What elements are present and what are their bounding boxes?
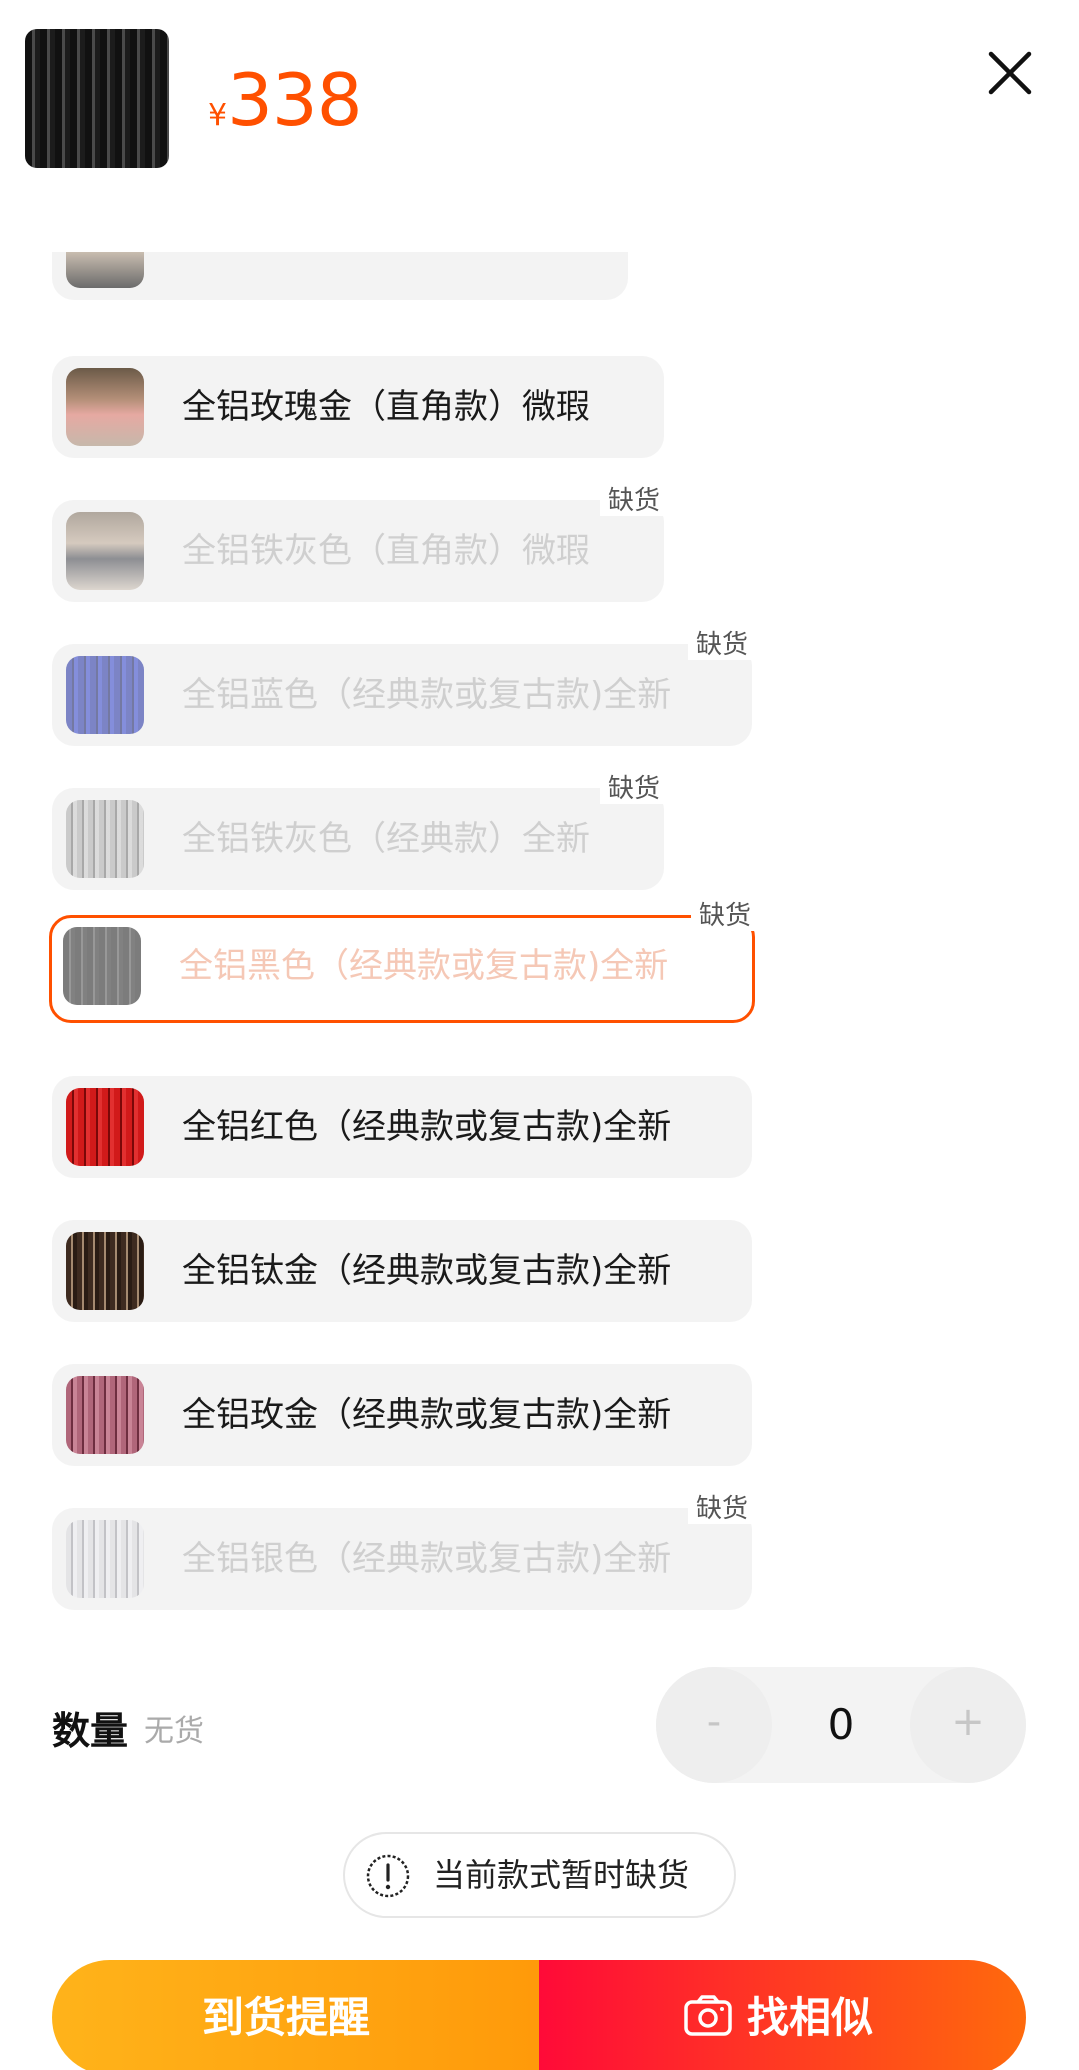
- option-item[interactable]: 全铝玫金（经典款或复古款)全新: [52, 1364, 752, 1466]
- camera-icon: [684, 1995, 732, 2036]
- option-item-partial[interactable]: [52, 252, 628, 300]
- option-thumbnail: [66, 368, 144, 446]
- option-label: 全铝银色（经典款或复古款)全新: [182, 1539, 672, 1579]
- option-item[interactable]: 全铝铁灰色（经典款）全新 缺货: [52, 774, 668, 890]
- option-label: 全铝玫金（经典款或复古款)全新: [182, 1395, 672, 1435]
- option-label: 全铝黑色（经典款或复古款)全新: [179, 946, 669, 986]
- option-label: 全铝铁灰色（直角款）微瑕: [182, 531, 590, 571]
- option-thumbnail: [66, 512, 144, 590]
- price: ¥338: [208, 58, 363, 142]
- restock-reminder-button[interactable]: 到货提醒: [52, 1960, 539, 2070]
- out-of-stock-badge: 缺货: [599, 486, 668, 516]
- find-similar-button[interactable]: 找相似: [539, 1960, 1026, 2070]
- option-label: 全铝铁灰色（经典款）全新: [182, 819, 590, 859]
- price-amount: 338: [227, 58, 362, 142]
- quantity-value: 0: [827, 1700, 855, 1749]
- option-item[interactable]: 全铝银色（经典款或复古款)全新 缺货: [52, 1494, 756, 1610]
- option-thumbnail: [66, 1376, 144, 1454]
- option-item[interactable]: 全铝红色（经典款或复古款)全新: [52, 1076, 752, 1178]
- option-thumbnail: [66, 1232, 144, 1310]
- option-label: 全铝钛金（经典款或复古款)全新: [182, 1251, 672, 1291]
- option-item[interactable]: 全铝铁灰色（直角款）微瑕 缺货: [52, 486, 668, 602]
- stock-status: 无货: [144, 1714, 204, 1749]
- close-button[interactable]: [985, 48, 1035, 98]
- option-item[interactable]: 全铝玫瑰金（直角款）微瑕: [52, 356, 664, 458]
- stock-notice: 当前款式暂时缺货: [343, 1832, 736, 1918]
- price-currency: ¥: [208, 98, 228, 133]
- option-thumbnail: [66, 656, 144, 734]
- option-label: 全铝蓝色（经典款或复古款)全新: [182, 675, 672, 715]
- option-thumbnail: [63, 927, 141, 1005]
- option-label: 全铝红色（经典款或复古款)全新: [182, 1107, 672, 1147]
- option-thumbnail: [66, 800, 144, 878]
- find-similar-label: 找相似: [747, 1993, 874, 2042]
- out-of-stock-badge: 缺货: [687, 630, 756, 660]
- option-item[interactable]: 全铝钛金（经典款或复古款)全新: [52, 1220, 752, 1322]
- quantity-label: 数量: [52, 1709, 129, 1753]
- sku-selector-sheet: ¥338 全铝玫瑰金（直角款）微瑕 全铝铁灰色（直角款）微瑕 缺货 全铝蓝色（经…: [0, 0, 1079, 2070]
- option-item-selected[interactable]: 全铝黑色（经典款或复古款)全新 缺货: [49, 901, 759, 1023]
- product-thumbnail: [25, 29, 169, 168]
- option-list[interactable]: 全铝玫瑰金（直角款）微瑕 全铝铁灰色（直角款）微瑕 缺货 全铝蓝色（经典款或复古…: [0, 252, 1079, 1612]
- out-of-stock-badge: 缺货: [687, 1494, 756, 1524]
- option-item[interactable]: 全铝蓝色（经典款或复古款)全新 缺货: [52, 630, 756, 746]
- option-label: 全铝玫瑰金（直角款）微瑕: [182, 387, 590, 427]
- out-of-stock-badge: 缺货: [599, 774, 668, 804]
- out-of-stock-badge: 缺货: [690, 901, 759, 931]
- decrement-button[interactable]: -: [656, 1667, 772, 1783]
- option-thumbnail: [66, 252, 144, 288]
- close-icon: [988, 51, 1032, 95]
- restock-reminder-label: 到货提醒: [202, 1993, 371, 2042]
- option-thumbnail: [66, 1088, 144, 1166]
- increment-button[interactable]: +: [910, 1667, 1026, 1783]
- quantity-stepper: - 0 +: [656, 1667, 1026, 1783]
- action-bar: 到货提醒 找相似: [52, 1960, 1026, 2070]
- notice-text: 当前款式暂时缺货: [433, 1856, 690, 1894]
- option-thumbnail: [66, 1520, 144, 1598]
- exclamation-icon: [366, 1854, 410, 1898]
